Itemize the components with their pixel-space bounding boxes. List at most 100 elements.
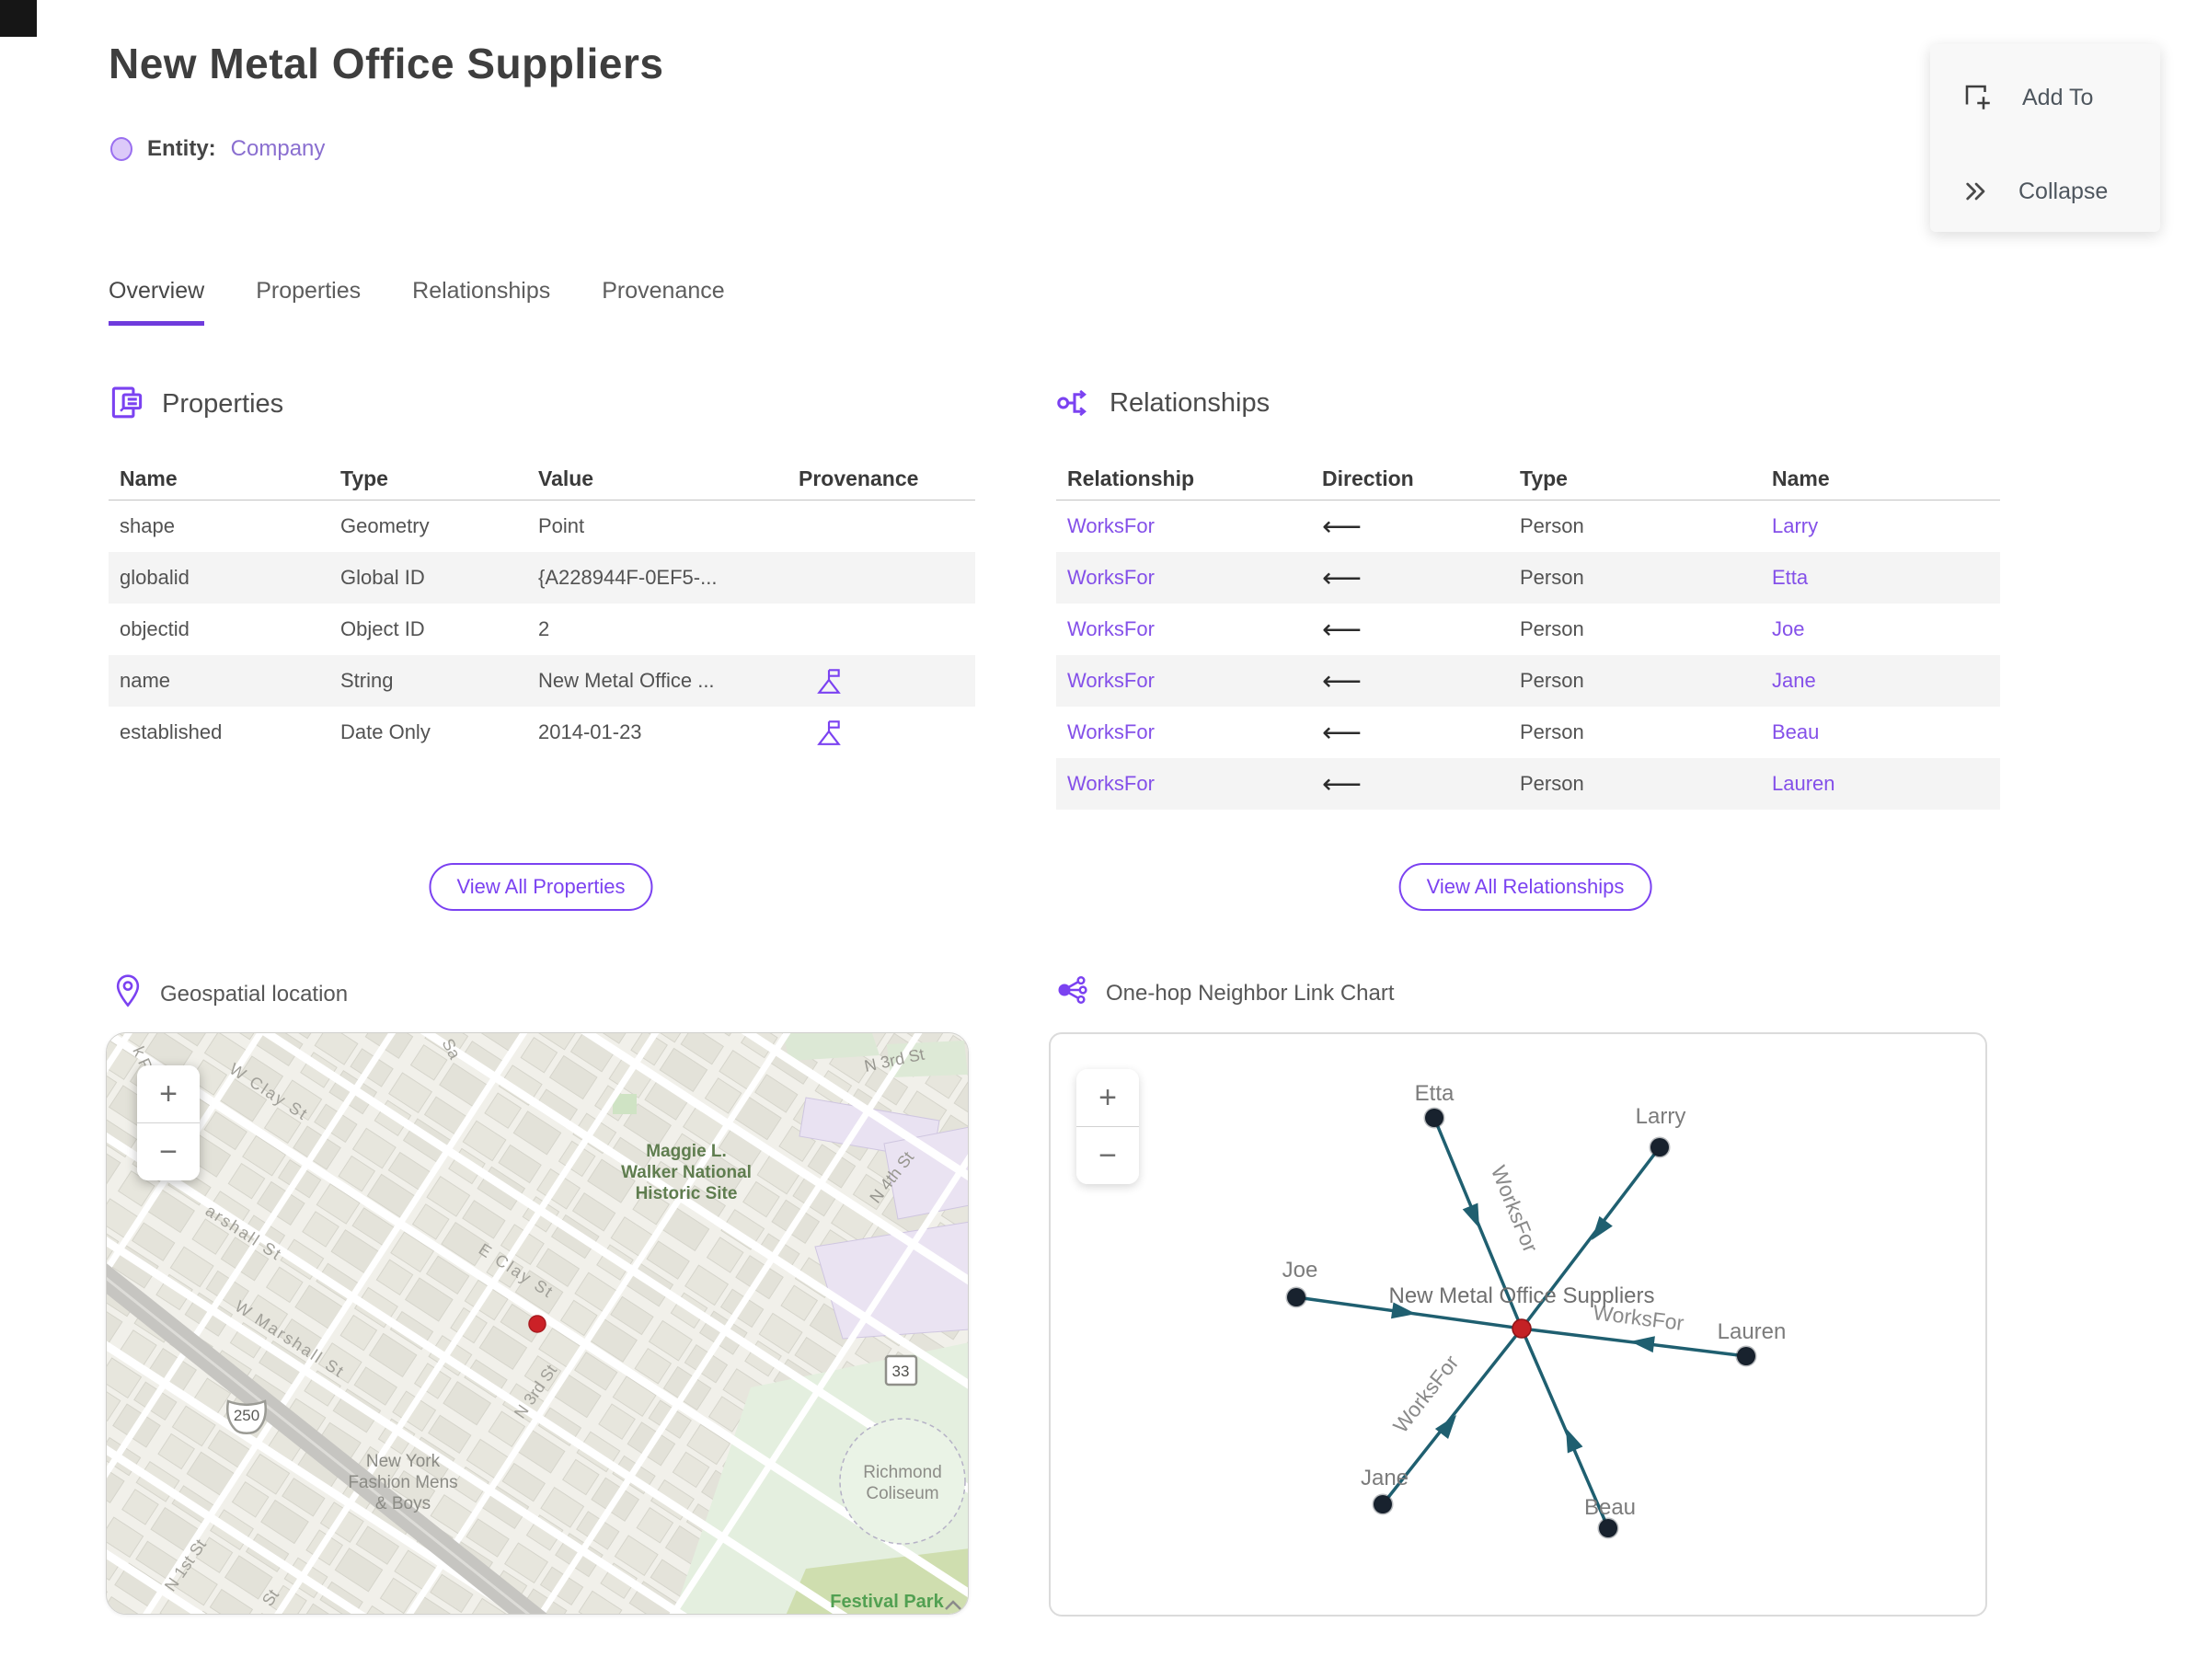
chart-zoom-control: + −	[1076, 1069, 1139, 1184]
svg-text:Coliseum: Coliseum	[866, 1484, 938, 1503]
col-type: Type	[1520, 466, 1568, 490]
map-zoom-out-button[interactable]: −	[137, 1123, 200, 1180]
node-beau[interactable]	[1597, 1517, 1619, 1539]
entity-link[interactable]: Larry	[1772, 514, 1818, 537]
one-hop-header: One-hop Neighbor Link Chart	[1056, 973, 1395, 1013]
entity-link[interactable]: Joe	[1772, 617, 1804, 640]
prop-type: Global ID	[340, 566, 425, 589]
view-all-properties-button[interactable]: View All Properties	[429, 863, 653, 911]
col-direction: Direction	[1322, 466, 1414, 490]
prop-type: String	[340, 669, 394, 692]
prop-type: Object ID	[340, 617, 425, 640]
table-row: objectid Object ID 2	[109, 604, 975, 655]
table-row: WorksFor ⟵ Person Etta	[1056, 552, 2000, 604]
entity-location-marker[interactable]	[528, 1315, 546, 1333]
entity-link[interactable]: Jane	[1772, 669, 1816, 692]
prop-value: Point	[538, 514, 585, 537]
rel-type: Person	[1520, 617, 1584, 640]
entity-type-row: Entity: Company	[110, 136, 325, 162]
relationship-link[interactable]: WorksFor	[1067, 617, 1155, 640]
properties-section-header: Properties	[109, 385, 283, 423]
properties-table: Name Type Value Provenance shape Geometr…	[109, 458, 975, 758]
entity-type-value: Company	[230, 136, 326, 161]
relationship-link[interactable]: WorksFor	[1067, 669, 1155, 692]
geospatial-map[interactable]: k Rd W Clay St Sa arshall St W Marshall …	[106, 1032, 969, 1615]
collapse-label: Collapse	[2018, 178, 2109, 204]
relationships-table-header: Relationship Direction Type Name	[1056, 458, 2000, 501]
direction-arrow: ⟵	[1322, 614, 1363, 645]
prop-name: shape	[120, 514, 175, 537]
relationship-link[interactable]: WorksFor	[1067, 772, 1155, 795]
entity-color-dot-icon	[110, 137, 132, 161]
direction-arrow: ⟵	[1322, 511, 1363, 542]
node-etta[interactable]	[1423, 1107, 1445, 1129]
center-node-label: New Metal Office Suppliers	[1388, 1283, 1654, 1308]
prop-type: Geometry	[340, 514, 430, 537]
table-row: established Date Only 2014-01-23	[109, 707, 975, 758]
node-jane[interactable]	[1372, 1493, 1394, 1515]
geospatial-title: Geospatial location	[160, 981, 349, 1007]
one-hop-link-chart[interactable]: WorksFor WorksFor WorksFor Etta Larry Jo…	[1049, 1032, 1987, 1617]
entity-link[interactable]: Lauren	[1772, 772, 1835, 795]
properties-table-header: Name Type Value Provenance	[109, 458, 975, 501]
direction-arrow: ⟵	[1322, 768, 1363, 800]
entity-link[interactable]: Beau	[1772, 720, 1819, 743]
node-larry[interactable]	[1649, 1136, 1671, 1158]
direction-arrow: ⟵	[1322, 665, 1363, 696]
entity-overview-page: New Metal Office Suppliers Entity: Compa…	[0, 0, 2208, 1680]
entity-actions-card: Add To Collapse	[1930, 44, 2160, 232]
direction-arrow: ⟵	[1322, 562, 1363, 593]
tab-provenance[interactable]: Provenance	[602, 278, 724, 326]
rel-type: Person	[1520, 720, 1584, 743]
provenance-flag-icon[interactable]	[788, 666, 975, 696]
chart-zoom-in-button[interactable]: +	[1076, 1069, 1139, 1126]
node-lauren[interactable]	[1735, 1345, 1757, 1367]
col-provenance: Provenance	[799, 466, 919, 490]
relationship-link[interactable]: WorksFor	[1067, 566, 1155, 589]
relationships-section-header: Relationships	[1056, 385, 1270, 421]
one-hop-title: One-hop Neighbor Link Chart	[1106, 980, 1395, 1006]
rel-type: Person	[1520, 669, 1584, 692]
prop-value: 2	[538, 617, 550, 640]
properties-section-title: Properties	[162, 388, 284, 419]
node-joe[interactable]	[1285, 1286, 1307, 1308]
collapse-chevrons-icon	[1961, 177, 1991, 206]
map-zoom-in-button[interactable]: +	[137, 1065, 200, 1122]
relationship-link[interactable]: WorksFor	[1067, 720, 1155, 743]
relationship-link[interactable]: WorksFor	[1067, 514, 1155, 537]
node-label: Joe	[1282, 1258, 1318, 1283]
table-row: globalid Global ID {A228944F-0EF5-...	[109, 552, 975, 604]
svg-text:Festival Park: Festival Park	[830, 1592, 944, 1612]
table-row: shape Geometry Point	[109, 501, 975, 552]
relationships-table: Relationship Direction Type Name WorksFo…	[1056, 458, 2000, 810]
prop-name: globalid	[120, 566, 190, 589]
node-label: Beau	[1584, 1495, 1636, 1520]
prop-name: name	[120, 669, 171, 692]
col-name: Name	[120, 466, 178, 490]
tab-relationships[interactable]: Relationships	[412, 278, 550, 326]
svg-text:Walker National: Walker National	[621, 1163, 752, 1182]
edge-label: WorksFor	[1487, 1162, 1543, 1256]
nodes	[1285, 1107, 1757, 1539]
node-labels: Etta Larry Joe Lauren Jane Beau New Meta…	[1282, 1081, 1787, 1520]
prop-name: established	[120, 720, 223, 743]
provenance-flag-icon[interactable]	[788, 718, 975, 747]
prop-value: 2014-01-23	[538, 720, 642, 743]
svg-text:Richmond: Richmond	[863, 1463, 942, 1482]
tab-overview[interactable]: Overview	[109, 278, 205, 326]
route-shield-250: 250	[226, 1399, 267, 1434]
svg-text:33: 33	[892, 1363, 910, 1380]
col-value: Value	[538, 466, 594, 490]
entity-link[interactable]: Etta	[1772, 566, 1808, 589]
prop-name: objectid	[120, 617, 190, 640]
view-all-relationships-button[interactable]: View All Relationships	[1398, 863, 1652, 911]
col-type: Type	[340, 466, 388, 490]
table-row: WorksFor ⟵ Person Jane	[1056, 655, 2000, 707]
add-to-button[interactable]: Add To	[1961, 77, 2160, 118]
tab-properties[interactable]: Properties	[256, 278, 361, 326]
collapse-button[interactable]: Collapse	[1961, 171, 2160, 212]
prop-type: Date Only	[340, 720, 431, 743]
chart-zoom-out-button[interactable]: −	[1076, 1127, 1139, 1184]
rel-type: Person	[1520, 514, 1584, 537]
node-center-entity[interactable]	[1512, 1318, 1532, 1339]
